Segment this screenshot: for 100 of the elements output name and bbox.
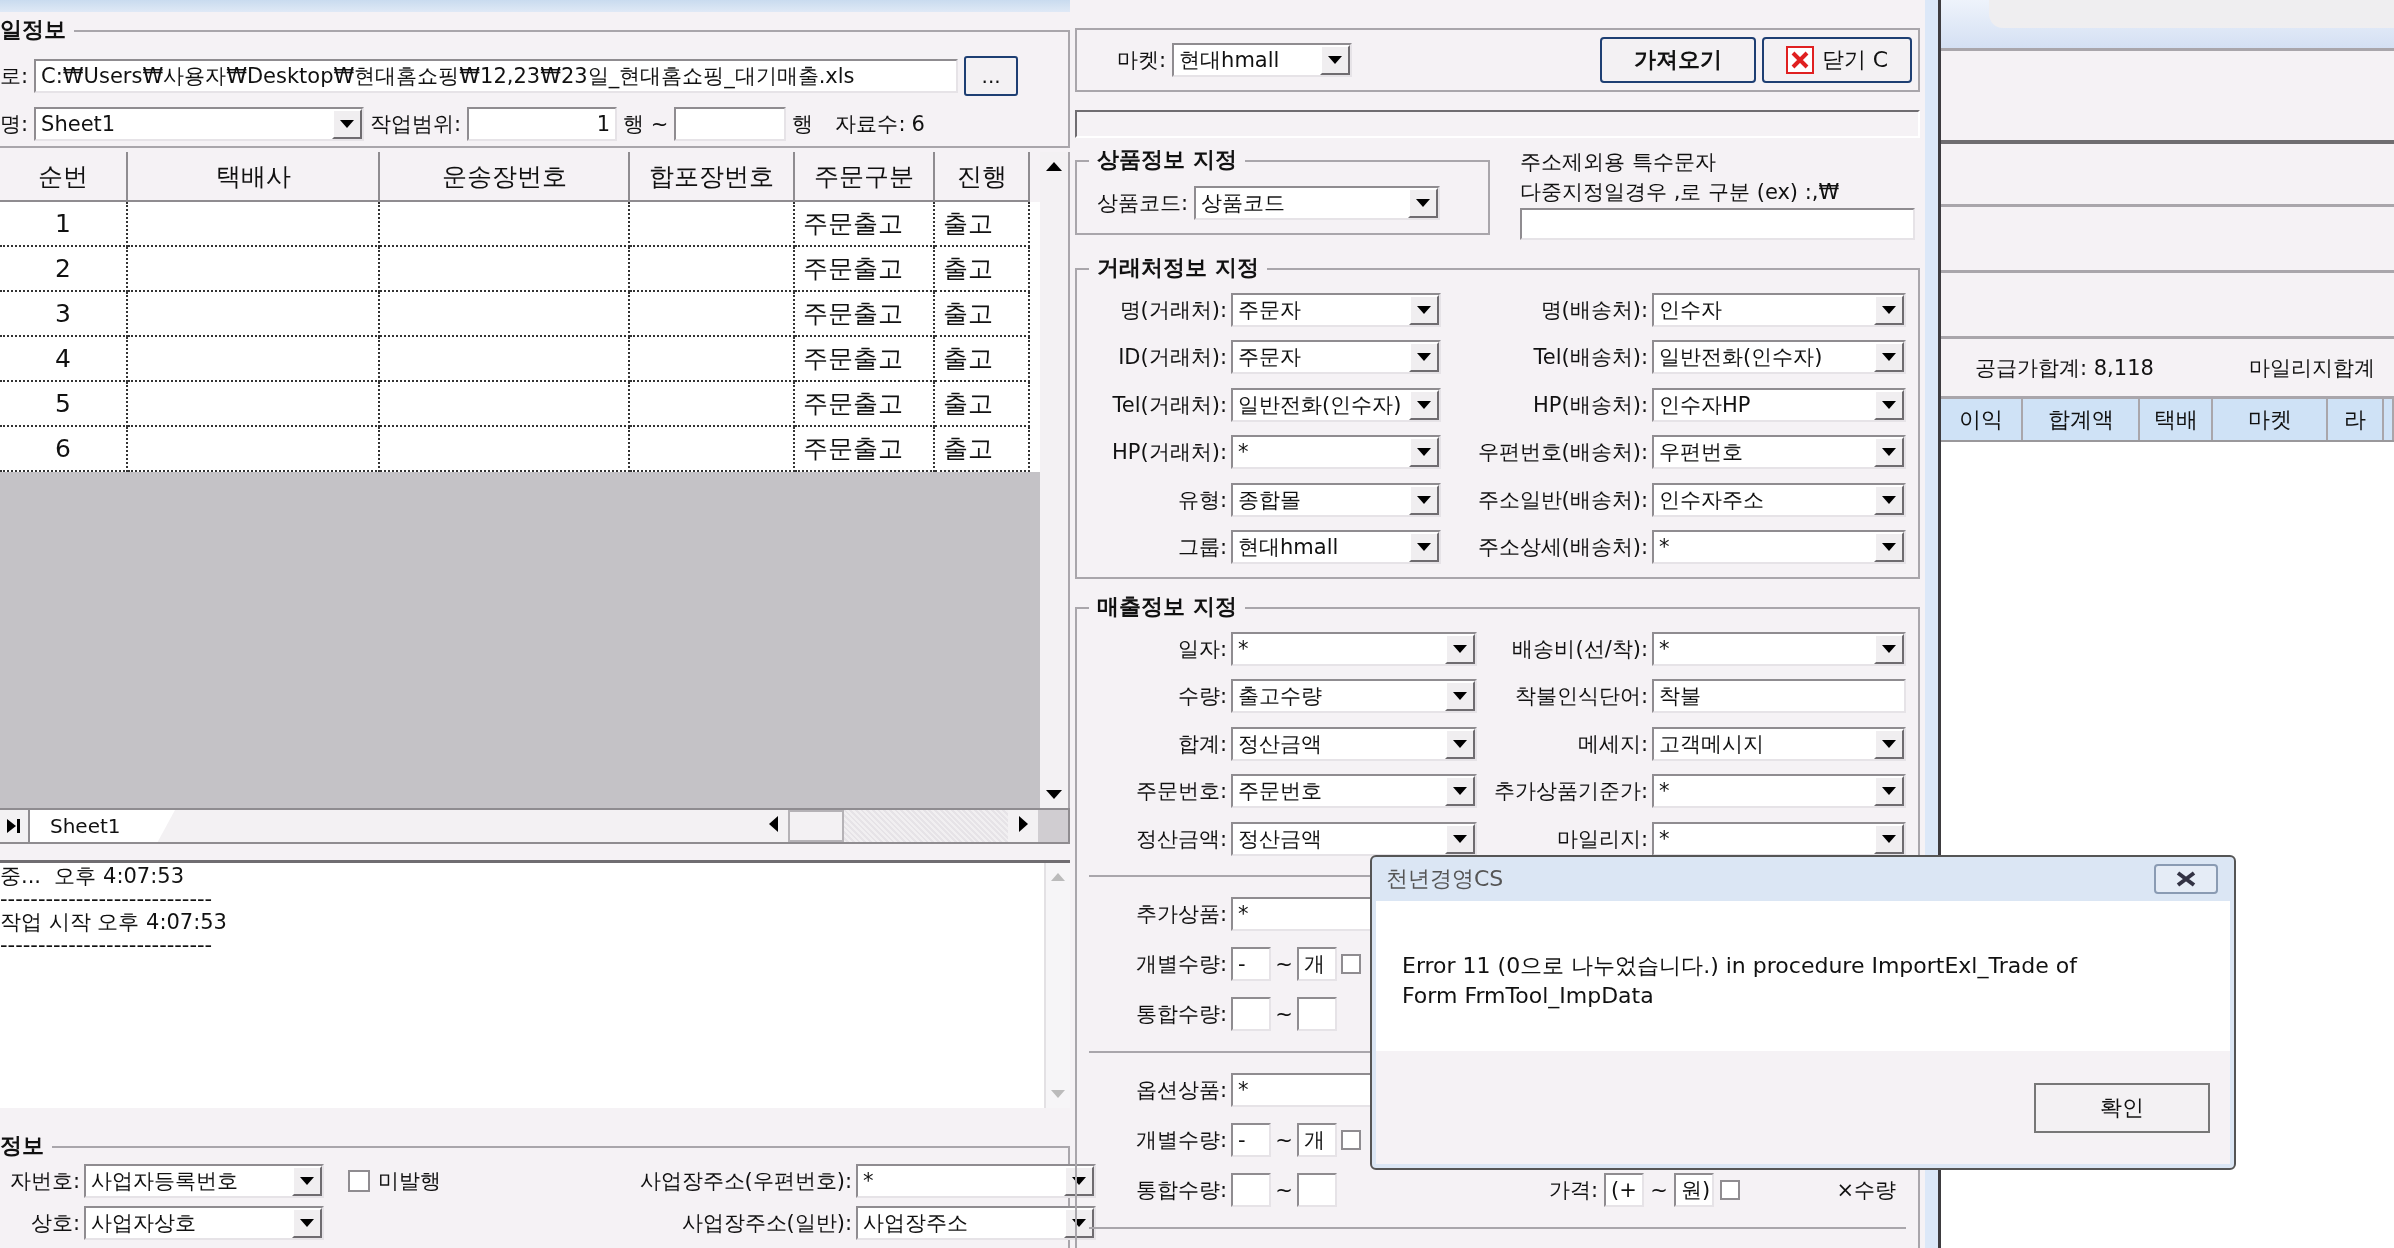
summary-text: 마일리지합계 xyxy=(2248,354,2375,382)
input-field[interactable] xyxy=(1297,996,1337,1031)
dropdown-field[interactable]: 고객메시지 xyxy=(1652,726,1906,761)
checkbox[interactable] xyxy=(348,1170,370,1192)
dropdown-field[interactable]: 출고수량 xyxy=(1231,679,1477,714)
browse-button[interactable]: ... xyxy=(964,56,1019,96)
input-field[interactable]: 개 xyxy=(1297,1122,1337,1157)
close-button[interactable] xyxy=(2154,864,2218,894)
field-label: 상품코드: xyxy=(1097,189,1189,217)
input-field[interactable]: 1 xyxy=(467,107,618,141)
dropdown-field[interactable]: * xyxy=(1652,631,1906,666)
input-field[interactable]: - xyxy=(1231,946,1271,981)
dropdown-field[interactable]: 일반전화(인수자) xyxy=(1652,340,1906,375)
field-label: 주문번호: xyxy=(1134,778,1227,806)
input-field[interactable] xyxy=(1520,208,1915,240)
count-value: 6 xyxy=(911,112,925,136)
field-label: 행 ~ xyxy=(623,111,669,138)
dropdown-field[interactable]: * xyxy=(1231,631,1477,666)
dropdown-field[interactable]: Sheet1 xyxy=(34,107,365,141)
table-cell: 출고 xyxy=(935,427,1030,472)
input-field[interactable]: 원) xyxy=(1674,1172,1714,1207)
caret-icon[interactable] xyxy=(1409,532,1439,563)
caret-icon[interactable] xyxy=(1874,532,1904,563)
dropdown-field[interactable]: 사업자등록번호 xyxy=(84,1164,324,1198)
caret-icon[interactable] xyxy=(1320,45,1351,75)
caret-icon[interactable] xyxy=(1064,1166,1094,1196)
input-field[interactable]: 개 xyxy=(1297,946,1337,981)
field-label: 주소일반(배송처): xyxy=(1476,486,1648,514)
dropdown-field[interactable]: 현대hmall xyxy=(1231,530,1441,565)
caret-icon[interactable] xyxy=(1409,342,1439,373)
dropdown-field[interactable]: 주문자 xyxy=(1231,292,1441,327)
column-header[interactable]: 합계액 xyxy=(2023,399,2140,440)
caret-icon[interactable] xyxy=(1445,681,1475,712)
field-label: 착불인식단어: xyxy=(1513,683,1648,711)
input-field[interactable]: 착불 xyxy=(1652,679,1906,714)
field-label: 마켓: xyxy=(1117,47,1167,74)
column-header[interactable]: 라 xyxy=(2328,399,2384,440)
caret-icon[interactable] xyxy=(1409,389,1439,420)
input-field[interactable] xyxy=(1297,1172,1337,1207)
caret-icon[interactable] xyxy=(1408,187,1439,218)
checkbox[interactable] xyxy=(1341,953,1361,974)
dropdown-field[interactable]: 일반전화(인수자) xyxy=(1231,387,1441,422)
column-header[interactable]: 이익 xyxy=(1941,399,2023,440)
input-field[interactable] xyxy=(1231,1172,1271,1207)
dropdown-field[interactable]: 정산금액 xyxy=(1231,726,1477,761)
dropdown-field[interactable]: * xyxy=(1652,821,1906,856)
dropdown-field[interactable]: 인수자HP xyxy=(1652,387,1906,422)
column-header[interactable]: 마켓 xyxy=(2213,399,2328,440)
input-field[interactable] xyxy=(674,107,787,141)
caret-icon[interactable] xyxy=(292,1166,322,1196)
input-field[interactable]: C:₩Users₩사용자₩Desktop₩현대홈쇼핑₩12,23₩23일_현대홈쇼핑_대기매출.xls xyxy=(34,59,959,93)
caret-icon[interactable] xyxy=(1874,728,1904,759)
ok-button[interactable]: 확인 xyxy=(2034,1082,2210,1133)
dropdown-field[interactable]: 사업장주소 xyxy=(856,1206,1096,1240)
input-field[interactable]: - xyxy=(1231,1122,1271,1157)
dropdown-field[interactable]: 우편번호 xyxy=(1652,435,1906,470)
checkbox[interactable] xyxy=(1341,1129,1361,1150)
checkbox-label: ×수량 xyxy=(1835,1176,1896,1204)
caret-icon[interactable] xyxy=(1874,437,1904,468)
caret-icon[interactable] xyxy=(1409,437,1439,468)
caret-icon[interactable] xyxy=(1874,342,1904,373)
dropdown-field[interactable]: 사업자상호 xyxy=(84,1206,324,1240)
dropdown-field[interactable]: 종합몰 xyxy=(1231,482,1441,517)
close-button[interactable]: 닫기 C xyxy=(1762,37,1912,83)
caret-icon[interactable] xyxy=(1874,776,1904,807)
input-field[interactable]: (+ xyxy=(1604,1172,1644,1207)
column-header[interactable]: 택배 xyxy=(2140,399,2213,440)
dropdown-field[interactable]: * xyxy=(1231,435,1441,470)
field-label: 자료수: xyxy=(835,111,906,138)
caret-icon[interactable] xyxy=(1409,294,1439,325)
sheet-tab[interactable]: Sheet1 xyxy=(30,810,175,842)
caret-icon[interactable] xyxy=(1064,1208,1094,1238)
dropdown-field[interactable]: * xyxy=(1652,774,1906,809)
caret-icon[interactable] xyxy=(1445,633,1475,664)
caret-icon[interactable] xyxy=(292,1208,322,1238)
caret-icon[interactable] xyxy=(1874,389,1904,420)
caret-icon[interactable] xyxy=(1874,823,1904,854)
dropdown-field[interactable]: 인수자 xyxy=(1652,292,1906,327)
caret-icon[interactable] xyxy=(1874,294,1904,325)
caret-icon[interactable] xyxy=(332,109,363,139)
dropdown-field[interactable]: 인수자주소 xyxy=(1652,482,1906,517)
dropdown-field[interactable]: 주문자 xyxy=(1231,340,1441,375)
caret-icon[interactable] xyxy=(1874,484,1904,515)
field-label: 합계: xyxy=(1176,730,1227,758)
caret-icon[interactable] xyxy=(1874,633,1904,664)
import-button[interactable]: 가져오기 xyxy=(1600,37,1756,83)
dropdown-field[interactable]: * xyxy=(856,1164,1096,1198)
caret-icon[interactable] xyxy=(1445,823,1475,854)
dropdown-field[interactable]: 정산금액 xyxy=(1231,821,1477,856)
dropdown-field[interactable]: * xyxy=(1652,530,1906,565)
dropdown-field[interactable]: 현대hmall xyxy=(1172,43,1353,77)
caret-icon[interactable] xyxy=(1445,776,1475,807)
caret-icon[interactable] xyxy=(1445,728,1475,759)
input-field[interactable] xyxy=(1231,996,1271,1031)
checkbox[interactable] xyxy=(1720,1179,1740,1200)
caret-icon[interactable] xyxy=(1409,484,1439,515)
dropdown-field[interactable]: 주문번호 xyxy=(1231,774,1477,809)
field-label: 사업장주소(우편번호): xyxy=(638,1168,852,1195)
dropdown-field[interactable]: 상품코드 xyxy=(1194,185,1441,220)
scroll-thumb[interactable] xyxy=(788,810,844,842)
